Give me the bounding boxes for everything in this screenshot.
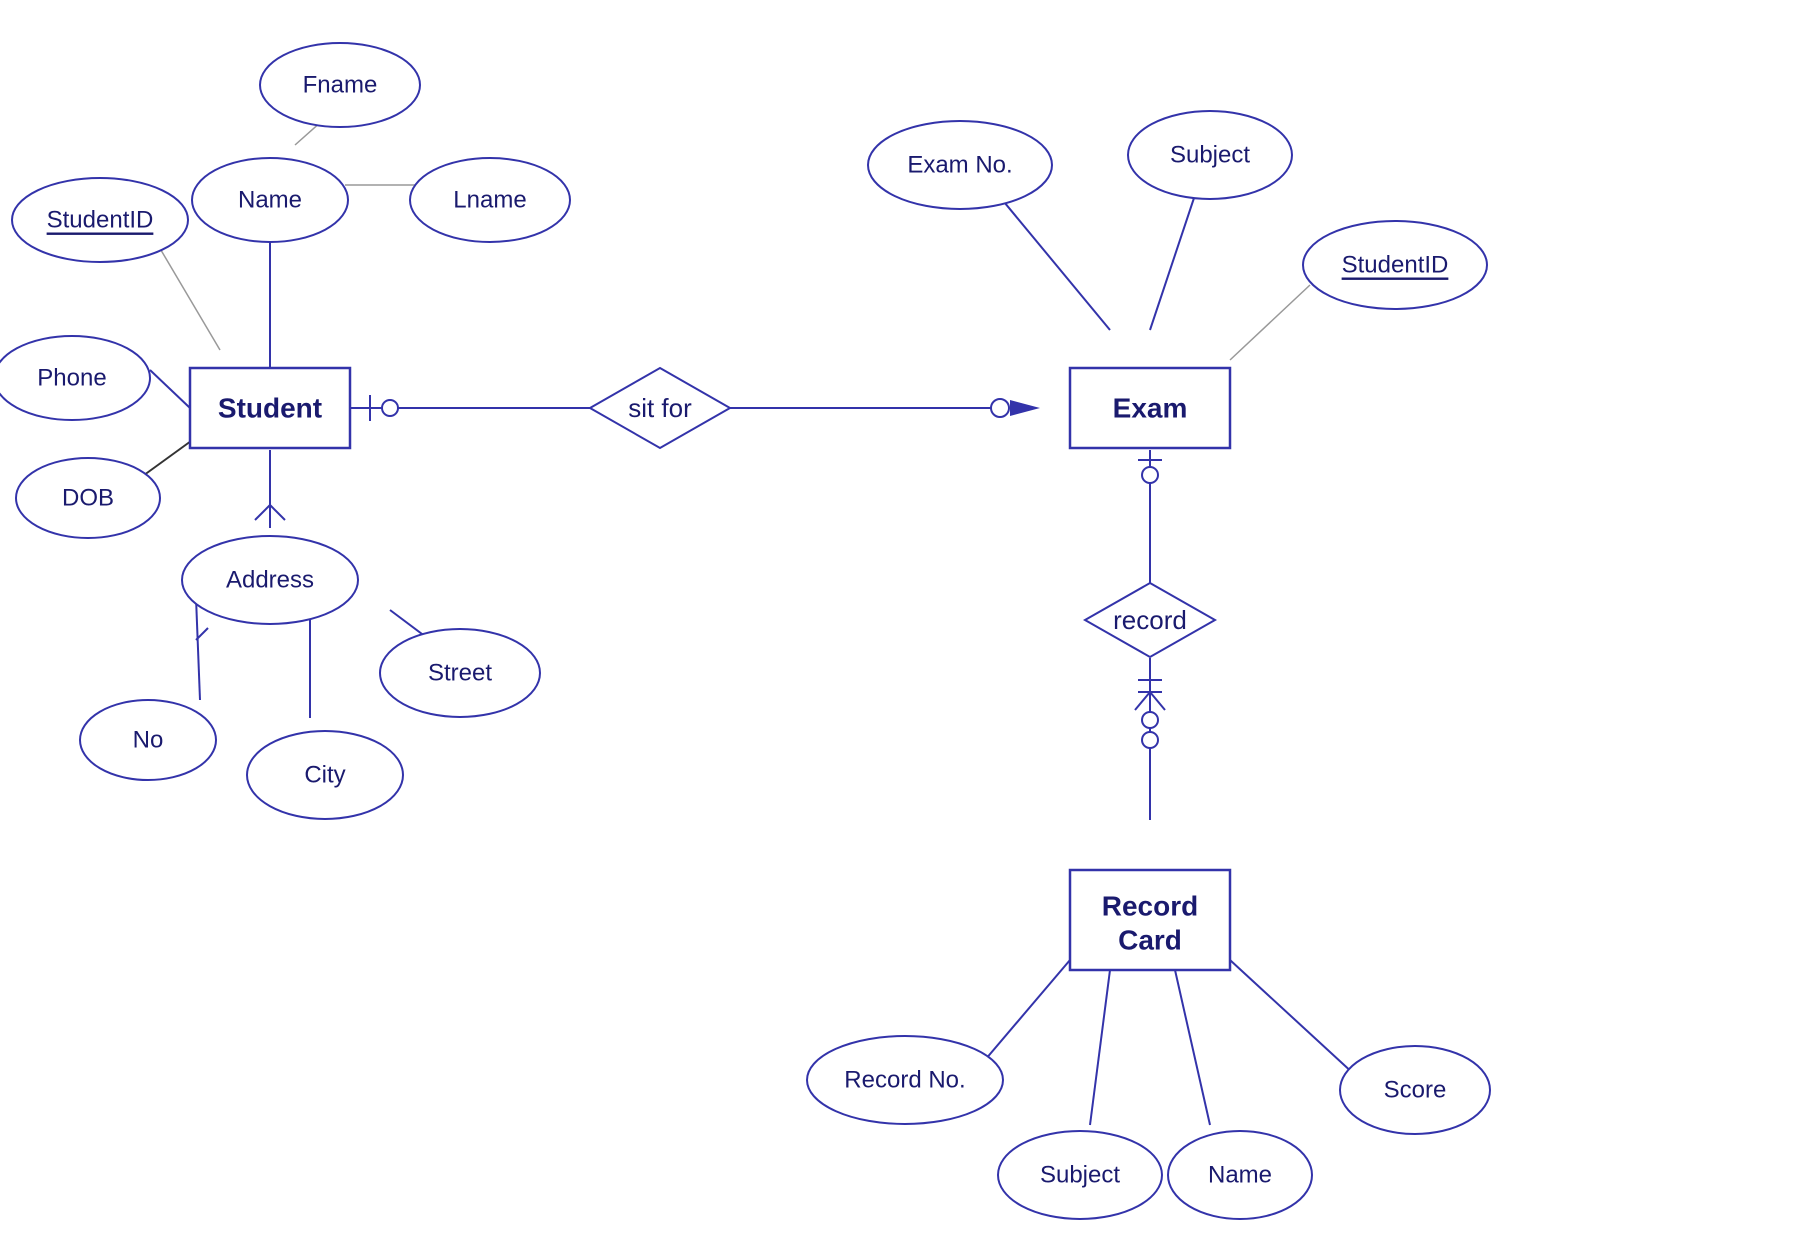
record-card-entity-label2: Card bbox=[1118, 925, 1182, 956]
examno-exam-line bbox=[990, 185, 1110, 330]
recordno-label: Record No. bbox=[844, 1067, 965, 1094]
studentid-student-line bbox=[155, 240, 220, 350]
sit-for-label: sit for bbox=[628, 393, 692, 423]
subject-exam-line bbox=[1150, 180, 1200, 330]
studentid-label: StudentID bbox=[47, 207, 154, 234]
student-entity-label: Student bbox=[218, 393, 322, 424]
no-label: No bbox=[133, 727, 164, 754]
dob-label: DOB bbox=[62, 485, 114, 512]
phone-student-line bbox=[150, 370, 190, 408]
name-rc-recordcard-line bbox=[1175, 970, 1210, 1125]
recordno-recordcard-line bbox=[985, 960, 1070, 1060]
er-diagram: Student Exam Record Card sit for record … bbox=[0, 0, 1800, 1250]
record-label: record bbox=[1113, 605, 1187, 635]
studentid2-exam-line bbox=[1230, 285, 1310, 360]
name-label: Name bbox=[238, 187, 302, 214]
score-label: Score bbox=[1384, 1077, 1447, 1104]
fname-label: Fname bbox=[303, 72, 378, 99]
subject-exam-label: Subject bbox=[1170, 142, 1250, 169]
record-card-entity-label1: Record bbox=[1102, 891, 1198, 922]
name-rc-label: Name bbox=[1208, 1162, 1272, 1189]
examno-label: Exam No. bbox=[907, 152, 1012, 179]
subject-rc-recordcard-line bbox=[1090, 970, 1110, 1125]
exam-entity-label: Exam bbox=[1113, 393, 1188, 424]
studentid2-label: StudentID bbox=[1342, 252, 1449, 279]
address-label: Address bbox=[226, 567, 314, 594]
city-label: City bbox=[304, 762, 345, 789]
lname-label: Lname bbox=[453, 187, 526, 214]
subject-rc-label: Subject bbox=[1040, 1162, 1120, 1189]
score-recordcard-line bbox=[1230, 960, 1355, 1075]
street-label: Street bbox=[428, 660, 492, 687]
phone-label: Phone bbox=[37, 365, 106, 392]
